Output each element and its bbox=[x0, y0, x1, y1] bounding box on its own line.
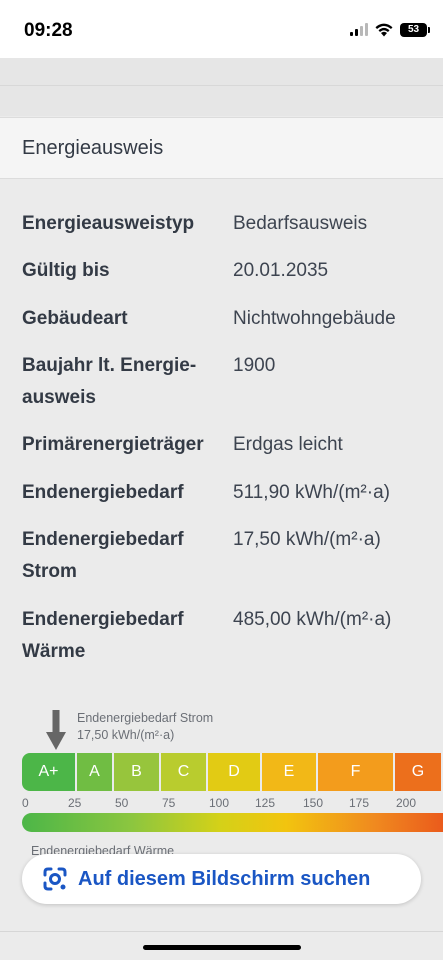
tick-label: 0 bbox=[22, 796, 29, 810]
detail-value: 1900 bbox=[233, 355, 276, 376]
top-band-2 bbox=[0, 86, 443, 116]
efficiency-class-a: A bbox=[77, 753, 112, 791]
efficiency-class-a-plus: A+ bbox=[22, 753, 75, 791]
detail-value: 511,90 kWh/(m²·a) bbox=[233, 482, 390, 503]
detail-value: Erdgas leicht bbox=[233, 434, 343, 455]
tick-label: 50 bbox=[115, 796, 129, 810]
section-title: Energieausweis bbox=[22, 137, 164, 159]
tick-label: 125 bbox=[255, 796, 276, 810]
signal-icon bbox=[350, 23, 368, 36]
scale-caption-title: Endenergiebedarf Strom bbox=[77, 711, 214, 725]
bottom-separator bbox=[0, 931, 443, 932]
tick-label: 75 bbox=[162, 796, 176, 810]
battery-icon: 53 bbox=[400, 22, 430, 37]
top-band bbox=[0, 58, 443, 86]
scale-caption: Endenergiebedarf Strom 17,50 kWh/(m²·a) bbox=[77, 710, 213, 744]
efficiency-class-d: D bbox=[208, 753, 260, 791]
detail-label: Endenergiebedarf Wärme bbox=[22, 609, 184, 662]
tick-label: 100 bbox=[209, 796, 230, 810]
detail-value: 17,50 kWh/(m²·a) bbox=[233, 529, 381, 550]
home-indicator[interactable] bbox=[143, 945, 301, 950]
efficiency-class-bar: A+ A B C D E F G bbox=[22, 753, 443, 791]
search-screen-label: Auf diesem Bildschirm suchen bbox=[78, 867, 371, 890]
detail-value: Nichtwohngebäude bbox=[233, 308, 396, 329]
detail-label: Energieausweistyp bbox=[22, 213, 195, 234]
efficiency-class-c: C bbox=[161, 753, 206, 791]
efficiency-class-e: E bbox=[262, 753, 316, 791]
detail-label: Endenergiebedarf bbox=[22, 482, 184, 503]
detail-label: Primärenergieträger bbox=[22, 434, 204, 455]
detail-label: Baujahr lt. Energie- ausweis bbox=[22, 355, 197, 408]
status-time: 09:28 bbox=[24, 20, 73, 41]
section-header[interactable]: Energieausweis bbox=[0, 117, 443, 179]
status-bar: 09:28 53 bbox=[0, 0, 443, 58]
tick-label: 25 bbox=[68, 796, 82, 810]
status-icons: 53 bbox=[350, 22, 430, 37]
detail-label: Endenergiebedarf Strom bbox=[22, 529, 184, 582]
detail-label: Gültig bis bbox=[22, 260, 110, 281]
google-lens-icon bbox=[43, 867, 67, 891]
arrow-down-icon bbox=[46, 710, 66, 750]
detail-value: Bedarfsausweis bbox=[233, 213, 368, 234]
tick-label: 200 bbox=[396, 796, 417, 810]
detail-label: Gebäudeart bbox=[22, 308, 128, 329]
efficiency-class-g: G bbox=[395, 753, 441, 791]
tick-label: 175 bbox=[349, 796, 370, 810]
detail-value: 485,00 kWh/(m²·a) bbox=[233, 609, 392, 630]
detail-value: 20.01.2035 bbox=[233, 260, 329, 281]
tick-label: 150 bbox=[303, 796, 324, 810]
efficiency-class-b: B bbox=[114, 753, 159, 791]
gradient-bar bbox=[22, 813, 443, 832]
efficiency-class-f: F bbox=[318, 753, 393, 791]
scale-caption-value: 17,50 kWh/(m²·a) bbox=[77, 728, 175, 742]
wifi-icon bbox=[375, 23, 393, 37]
search-screen-button[interactable]: Auf diesem Bildschirm suchen bbox=[22, 854, 421, 904]
